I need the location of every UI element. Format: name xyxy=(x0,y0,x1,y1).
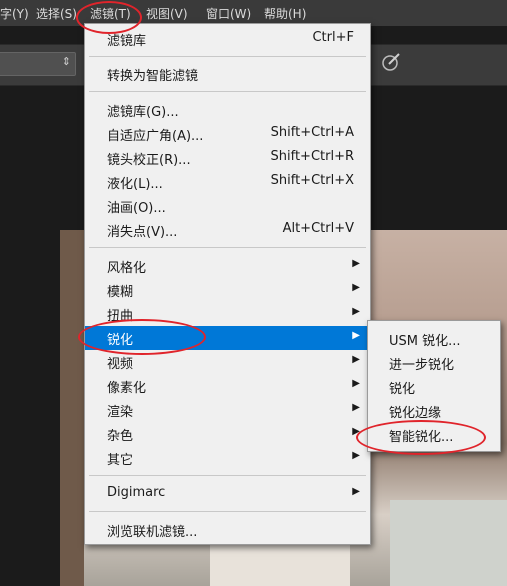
menu-item-adaptive-wide-angle[interactable]: 自适应广角(A)... Shift+Ctrl+A xyxy=(85,122,370,146)
photo-sky xyxy=(390,500,507,586)
triangle-right-icon: ▶ xyxy=(352,486,360,497)
submenu-item-unsharp-mask[interactable]: USM 锐化... xyxy=(368,327,500,351)
annotation-circle-sharpen xyxy=(78,319,206,355)
submenu-item-label: 锐化 xyxy=(389,382,416,397)
menu-item-digimarc[interactable]: Digimarc ▶ xyxy=(85,482,370,506)
menu-select[interactable]: 选择(S) xyxy=(36,5,77,22)
menu-item-label: 自适应广角(A)... xyxy=(107,129,204,144)
photo-shade xyxy=(60,230,84,586)
submenu-item-label: USM 锐化... xyxy=(389,334,461,349)
submenu-item-label: 进一步锐化 xyxy=(389,358,455,373)
menu-item-shortcut: Ctrl+F xyxy=(312,30,354,45)
triangle-right-icon: ▶ xyxy=(352,258,360,269)
menu-item-label: 浏览联机滤镜... xyxy=(107,525,198,540)
triangle-right-icon: ▶ xyxy=(352,306,360,317)
menu-item-pixelate[interactable]: 像素化 ▶ xyxy=(85,374,370,398)
menu-item-liquify[interactable]: 液化(L)... Shift+Ctrl+X xyxy=(85,170,370,194)
menu-separator xyxy=(89,475,366,476)
menu-help[interactable]: 帮助(H) xyxy=(264,5,306,22)
menu-window[interactable]: 窗口(W) xyxy=(206,5,251,22)
updown-arrow-icon: ⇕ xyxy=(61,55,71,68)
menu-item-browse-online-filters[interactable]: 浏览联机滤镜... xyxy=(85,518,370,542)
menu-item-blur[interactable]: 模糊 ▶ xyxy=(85,278,370,302)
menu-item-shortcut: Shift+Ctrl+R xyxy=(270,149,355,164)
menu-item-shortcut: Alt+Ctrl+V xyxy=(282,221,354,236)
menu-item-shortcut: Shift+Ctrl+A xyxy=(270,125,354,140)
brush-icon[interactable] xyxy=(380,51,402,73)
menu-item-vanishing-point[interactable]: 消失点(V)... Alt+Ctrl+V xyxy=(85,218,370,242)
menu-item-label: 滤镜库(G)... xyxy=(107,105,179,120)
menu-separator xyxy=(89,511,366,512)
triangle-right-icon: ▶ xyxy=(352,378,360,389)
menu-item-label: 消失点(V)... xyxy=(107,225,178,240)
menu-item-label: 杂色 xyxy=(107,429,134,444)
menu-separator xyxy=(89,56,366,57)
triangle-right-icon: ▶ xyxy=(352,450,360,461)
menu-item-label: 油画(O)... xyxy=(107,201,166,216)
menu-item-other[interactable]: 其它 ▶ xyxy=(85,446,370,470)
menu-item-noise[interactable]: 杂色 ▶ xyxy=(85,422,370,446)
menu-item-filter-gallery[interactable]: 滤镜库(G)... xyxy=(85,98,370,122)
filter-menu: 滤镜库 Ctrl+F 转换为智能滤镜 滤镜库(G)... 自适应广角(A)...… xyxy=(84,23,371,545)
menu-item-label: 像素化 xyxy=(107,381,147,396)
menu-separator xyxy=(89,91,366,92)
menu-item-shortcut: Shift+Ctrl+X xyxy=(270,173,354,188)
menu-item-oil-paint[interactable]: 油画(O)... xyxy=(85,194,370,218)
submenu-item-sharpen-more[interactable]: 进一步锐化 xyxy=(368,351,500,375)
triangle-right-icon: ▶ xyxy=(352,282,360,293)
menu-item-label: 视频 xyxy=(107,357,134,372)
menu-separator xyxy=(89,247,366,248)
menu-view[interactable]: 视图(V) xyxy=(146,5,188,22)
triangle-right-icon: ▶ xyxy=(352,354,360,365)
menu-item-label: 模糊 xyxy=(107,285,134,300)
menu-item-convert-smart-filter[interactable]: 转换为智能滤镜 xyxy=(85,62,370,86)
annotation-circle-filter-menu xyxy=(76,1,142,34)
triangle-right-icon: ▶ xyxy=(352,330,360,341)
menu-item-label: 转换为智能滤镜 xyxy=(107,69,199,84)
menu-type[interactable]: 字(Y) xyxy=(0,5,29,22)
menu-item-label: 液化(L)... xyxy=(107,177,163,192)
menu-item-render[interactable]: 渲染 ▶ xyxy=(85,398,370,422)
menu-item-label: 渲染 xyxy=(107,405,134,420)
menu-item-label: 风格化 xyxy=(107,261,147,276)
menu-item-stylize[interactable]: 风格化 ▶ xyxy=(85,254,370,278)
menu-item-label: Digimarc xyxy=(107,485,166,500)
menu-item-label: 其它 xyxy=(107,453,134,468)
menu-item-label: 镜头校正(R)... xyxy=(107,153,191,168)
annotation-circle-smart-sharpen xyxy=(356,420,486,455)
submenu-item-sharpen[interactable]: 锐化 xyxy=(368,375,500,399)
submenu-item-label: 锐化边缘 xyxy=(389,406,442,421)
triangle-right-icon: ▶ xyxy=(352,402,360,413)
preset-dropdown[interactable]: ⇕ xyxy=(0,52,76,76)
menu-item-lens-correction[interactable]: 镜头校正(R)... Shift+Ctrl+R xyxy=(85,146,370,170)
